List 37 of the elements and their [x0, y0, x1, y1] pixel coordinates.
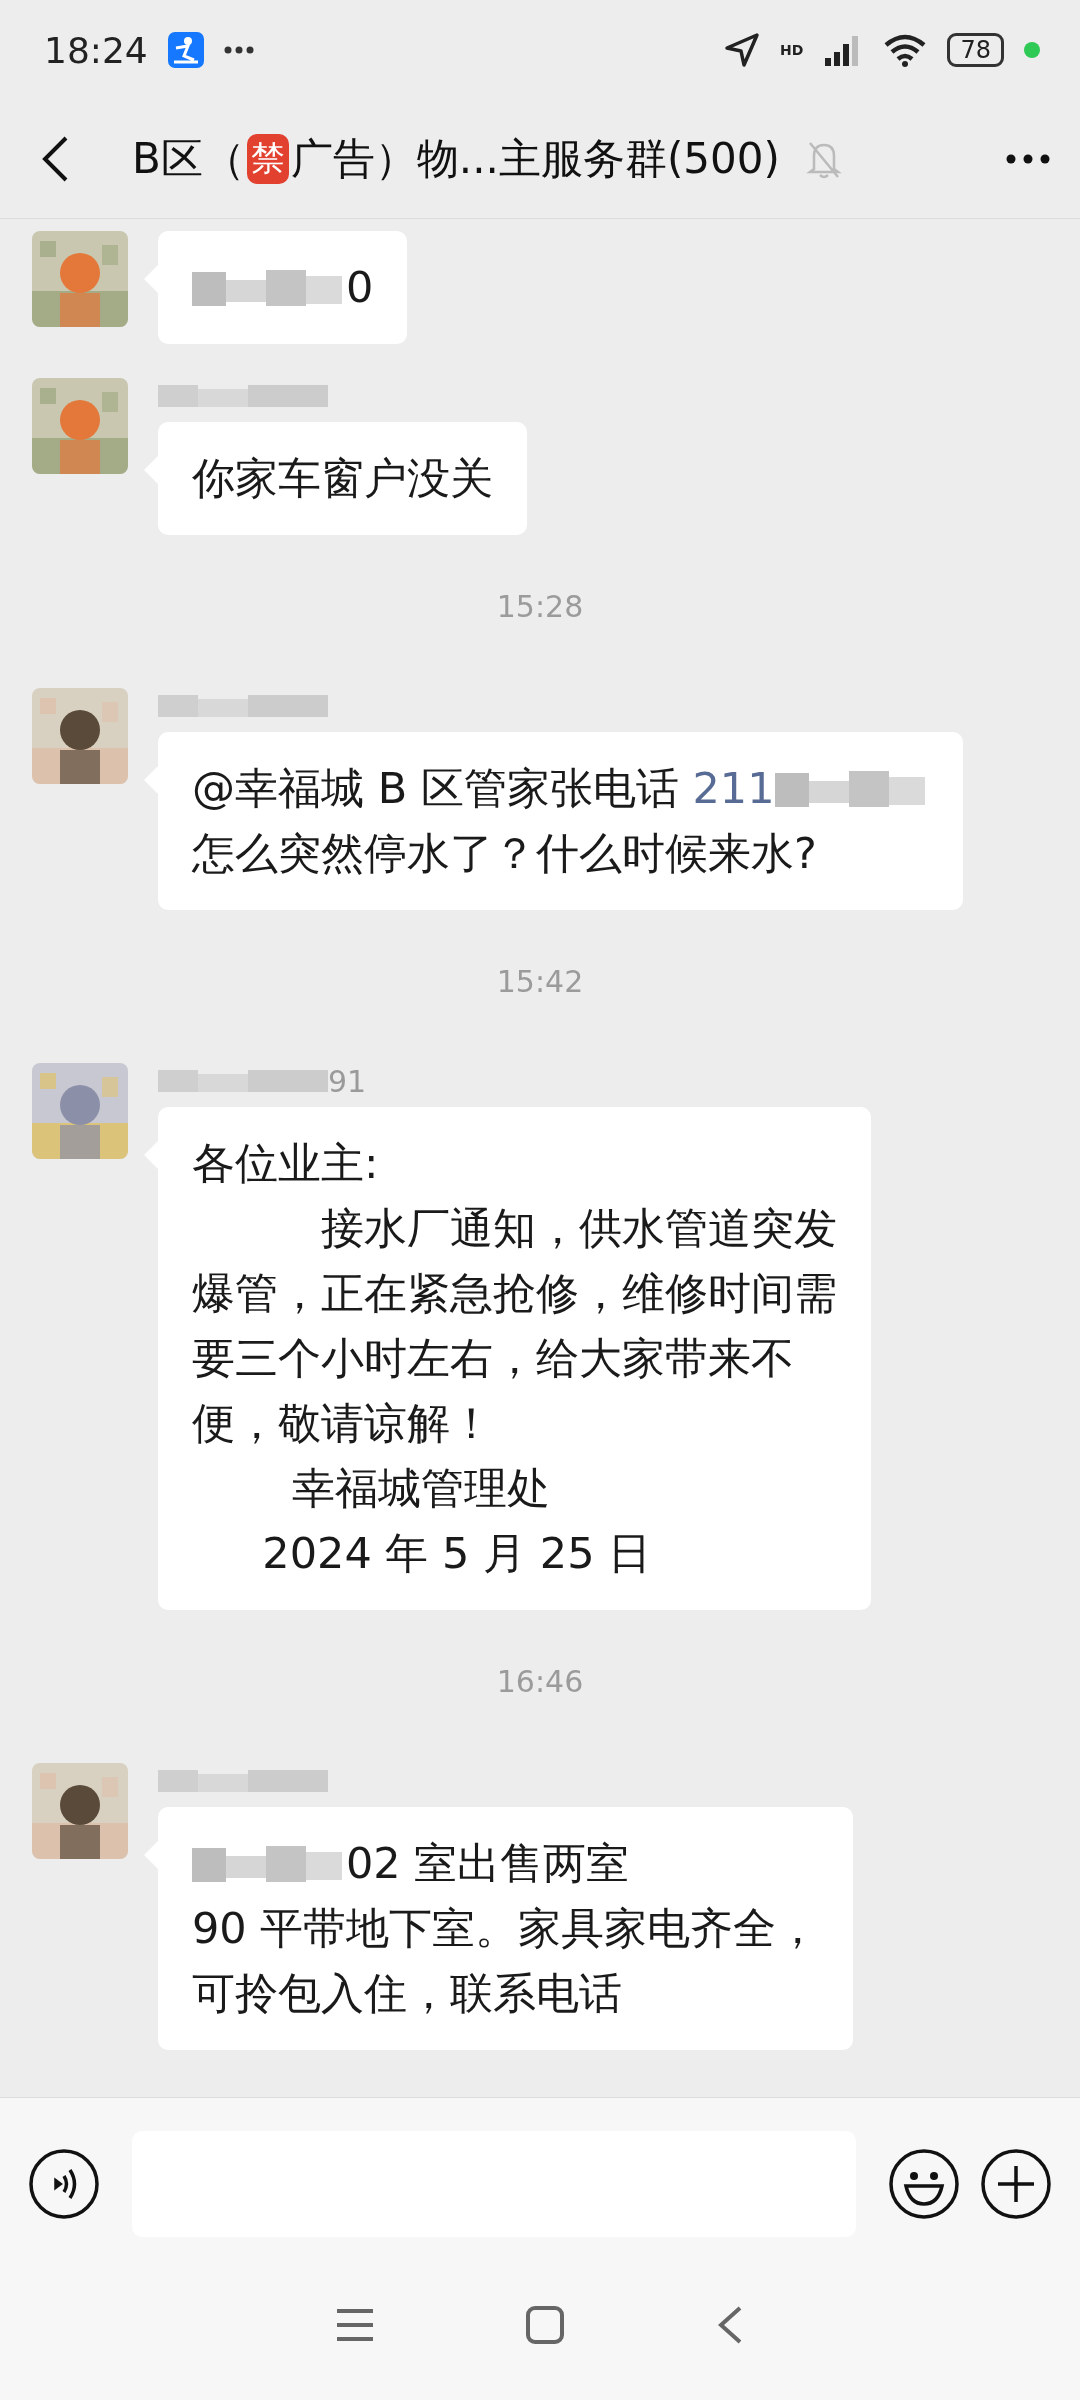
message-text: 便，敬请谅解！ — [192, 1397, 493, 1450]
sender-name: 91 — [328, 1063, 367, 1099]
status-time: 18:24 — [44, 29, 148, 71]
voice-input-button[interactable] — [28, 2148, 100, 2220]
message-text: 要三个小时左右，给大家带来不 — [192, 1332, 794, 1385]
message-text: 2024 年 5 月 25 日 — [261, 1527, 652, 1580]
timestamp: 15:42 — [496, 964, 584, 999]
message-text: 02 室出售两室 — [346, 1837, 630, 1890]
more-icon — [223, 46, 254, 54]
location-icon — [724, 32, 761, 68]
message-text: @幸福城 B 区管家张电话 — [192, 762, 680, 815]
status-dot-icon — [1024, 42, 1040, 58]
message-text: 幸福城管理处 — [290, 1462, 550, 1515]
phone-number-link[interactable]: 211 — [692, 756, 775, 821]
app-icon — [167, 32, 204, 68]
home-button[interactable] — [525, 2305, 565, 2345]
back-button[interactable] — [40, 135, 70, 183]
more-options-button[interactable] — [1006, 154, 1050, 164]
add-button[interactable] — [980, 2148, 1052, 2220]
menu-button[interactable] — [335, 2307, 375, 2343]
battery-level: 78 — [947, 33, 1004, 67]
message-text: 接水厂通知，供水管道突发 — [320, 1202, 837, 1255]
message-text: 0 — [346, 261, 374, 314]
chat-title: 广告）物...主服务群(500) — [290, 133, 780, 185]
timestamp: 15:28 — [496, 589, 584, 624]
prohibited-badge: 禁 — [246, 134, 289, 184]
emoji-button[interactable] — [888, 2148, 960, 2220]
network-label: HD — [780, 43, 804, 57]
message-text: 各位业主: — [192, 1137, 379, 1190]
message-text: 90 平带地下室。家具家电齐全， — [192, 1902, 820, 1955]
message-text: 爆管，正在紧急抢修，维修时间需 — [192, 1267, 837, 1320]
chat-title: B区（ — [132, 133, 245, 185]
message-text: 你家车窗户没关 — [192, 452, 493, 505]
message-text: 怎么突然停水了？什么时候来水? — [192, 827, 817, 880]
wifi-icon — [883, 33, 928, 67]
timestamp: 16:46 — [496, 1664, 584, 1699]
message-text: 可拎包入住，联系电话 — [192, 1967, 622, 2020]
